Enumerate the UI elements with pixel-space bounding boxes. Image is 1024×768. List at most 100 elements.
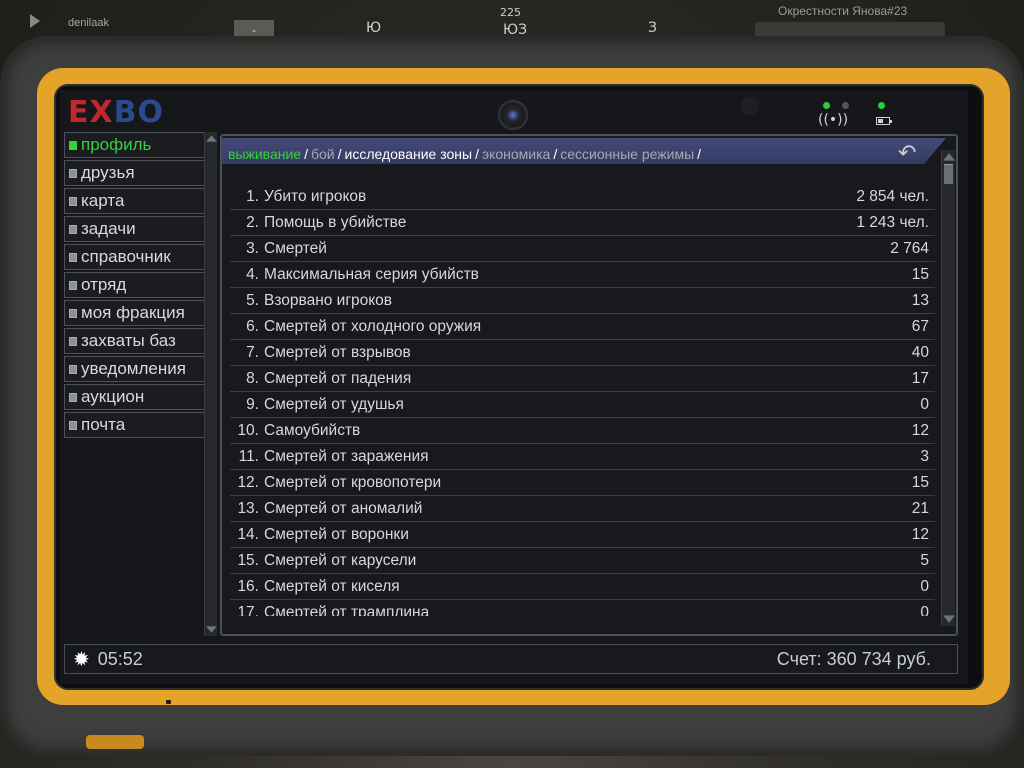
stat-number: 10. xyxy=(237,421,259,439)
stat-value: 12 xyxy=(911,421,929,439)
stat-row: 9. Смертей от удушья 0 xyxy=(230,392,935,418)
stat-label: Самоубийств xyxy=(264,421,361,439)
stat-value: 15 xyxy=(911,265,929,283)
stat-value: 12 xyxy=(911,525,929,543)
wifi-led-icon xyxy=(842,102,849,109)
stat-value: 3 xyxy=(920,447,929,465)
stat-label: Смертей от воронки xyxy=(264,525,409,543)
stat-number: 6. xyxy=(246,317,259,335)
stat-row: 11. Смертей от заражения 3 xyxy=(230,444,935,470)
stat-row: 3. Смертей 2 764 xyxy=(230,236,935,262)
sidebar-item-2[interactable]: карта xyxy=(64,188,204,214)
sidebar-item-label: отряд xyxy=(81,275,127,294)
tab-3[interactable]: экономика xyxy=(482,146,550,162)
account-balance: Счет: 360 734 руб. xyxy=(776,648,931,669)
stat-label: Смертей от холодного оружия xyxy=(264,317,482,335)
scroll-down-icon[interactable] xyxy=(206,626,217,633)
stat-number: 4. xyxy=(246,265,259,283)
battery-icon xyxy=(876,117,892,125)
player-indicator xyxy=(30,14,44,28)
scroll-up-icon[interactable] xyxy=(206,135,217,142)
stat-number: 5. xyxy=(246,291,259,309)
stat-number: 14. xyxy=(237,525,259,543)
stat-row: 10. Самоубийств 12 xyxy=(230,418,935,444)
stats-scrollbar[interactable] xyxy=(941,150,955,626)
compass-right: З xyxy=(648,20,657,36)
stat-label: Смертей от кровопотери xyxy=(264,473,442,491)
bullet-icon xyxy=(69,420,77,430)
stat-label: Смертей xyxy=(264,239,327,257)
sidebar-item-label: карта xyxy=(81,191,125,210)
scroll-down-icon[interactable] xyxy=(943,615,955,623)
sidebar-item-1[interactable]: друзья xyxy=(64,160,204,186)
tab-0[interactable]: выживание xyxy=(228,146,301,162)
sidebar-item-5[interactable]: отряд xyxy=(64,272,204,298)
sidebar-item-6[interactable]: моя фракция xyxy=(64,300,204,326)
scroll-up-icon[interactable] xyxy=(943,153,955,161)
stat-value: 0 xyxy=(920,603,929,617)
sidebar-item-label: уведомления xyxy=(81,359,186,378)
bullet-icon xyxy=(69,392,77,402)
sidebar-item-label: профиль xyxy=(81,135,152,154)
stat-row: 14. Смертей от воронки 12 xyxy=(230,522,935,548)
stat-row: 12. Смертей от кровопотери 15 xyxy=(230,470,935,496)
camera-icon xyxy=(498,100,528,130)
signal-led-icon xyxy=(823,102,830,109)
battery-led-icon xyxy=(878,102,885,109)
stat-number: 12. xyxy=(237,473,259,491)
sidebar-nav: профиль друзья карта задачи справочник отряд м… xyxy=(64,132,204,440)
stat-value: 15 xyxy=(911,473,929,491)
tab-bar: выживание / бой / исследование зоны / экономик… xyxy=(222,138,946,164)
tab-4[interactable]: сессионные режимы xyxy=(560,146,694,162)
sidebar-item-4[interactable]: справочник xyxy=(64,244,204,270)
sidebar-item-9[interactable]: аукцион xyxy=(64,384,204,410)
bullet-icon xyxy=(69,196,77,206)
stat-value: 13 xyxy=(911,291,929,309)
tab-2[interactable]: исследование зоны xyxy=(345,146,473,162)
stat-row: 1. Убито игроков 2 854 чел. xyxy=(230,184,935,210)
back-arrow-icon[interactable]: ↶ xyxy=(898,140,916,166)
sidebar-item-7[interactable]: захваты баз xyxy=(64,328,204,354)
sidebar-item-0[interactable]: профиль xyxy=(64,132,204,158)
stat-label: Помощь в убийстве xyxy=(264,213,407,231)
stat-label: Смертей от карусели xyxy=(264,551,417,569)
sidebar-item-label: аукцион xyxy=(81,387,145,406)
stat-row: 15. Смертей от карусели 5 xyxy=(230,548,935,574)
status-footer: ✹ 05:52 Счет: 360 734 руб. xyxy=(64,644,958,674)
stat-number: 3. xyxy=(246,239,259,257)
bullet-icon xyxy=(69,140,77,150)
sidebar-item-label: моя фракция xyxy=(81,303,185,322)
compass-left: Ю xyxy=(366,20,382,36)
stat-number: 7. xyxy=(246,343,259,361)
stat-value: 2 764 xyxy=(890,239,929,257)
stat-number: 13. xyxy=(237,499,259,517)
stat-number: 8. xyxy=(246,369,259,387)
stat-number: 11. xyxy=(238,447,259,465)
sidebar-scrollbar[interactable] xyxy=(204,132,217,636)
scroll-thumb[interactable] xyxy=(944,164,953,184)
stats-list: 1. Убито игроков 2 854 чел. 2. Помощь в убий… xyxy=(230,184,935,616)
stat-label: Смертей от трамплина xyxy=(264,603,430,617)
game-hud: denilaak - Ю 225 ЮЗ З Окрестности Янова#… xyxy=(0,0,1024,40)
sidebar-item-8[interactable]: уведомления xyxy=(64,356,204,382)
tablet-mic-icon xyxy=(166,700,171,704)
stat-value: 0 xyxy=(920,577,929,595)
tablet-side-button xyxy=(86,735,144,749)
sensor-icon xyxy=(741,97,759,115)
stat-label: Смертей от удушья xyxy=(264,395,404,413)
tab-1[interactable]: бой xyxy=(311,146,335,162)
stat-row: 8. Смертей от падения 17 xyxy=(230,366,935,392)
sidebar-item-3[interactable]: задачи xyxy=(64,216,204,242)
sidebar-item-10[interactable]: почта xyxy=(64,412,204,438)
stat-value: 2 854 чел. xyxy=(856,187,929,205)
tab-separator: / xyxy=(337,146,342,162)
stat-label: Смертей от взрывов xyxy=(264,343,411,361)
stat-value: 5 xyxy=(920,551,929,569)
stat-label: Взорвано игроков xyxy=(264,291,393,309)
bullet-icon xyxy=(69,364,77,374)
stat-row: 5. Взорвано игроков 13 xyxy=(230,288,935,314)
bullet-icon xyxy=(69,224,77,234)
tab-separator: / xyxy=(304,146,308,162)
stat-row: 16. Смертей от киселя 0 xyxy=(230,574,935,600)
sidebar-item-label: справочник xyxy=(81,247,171,266)
